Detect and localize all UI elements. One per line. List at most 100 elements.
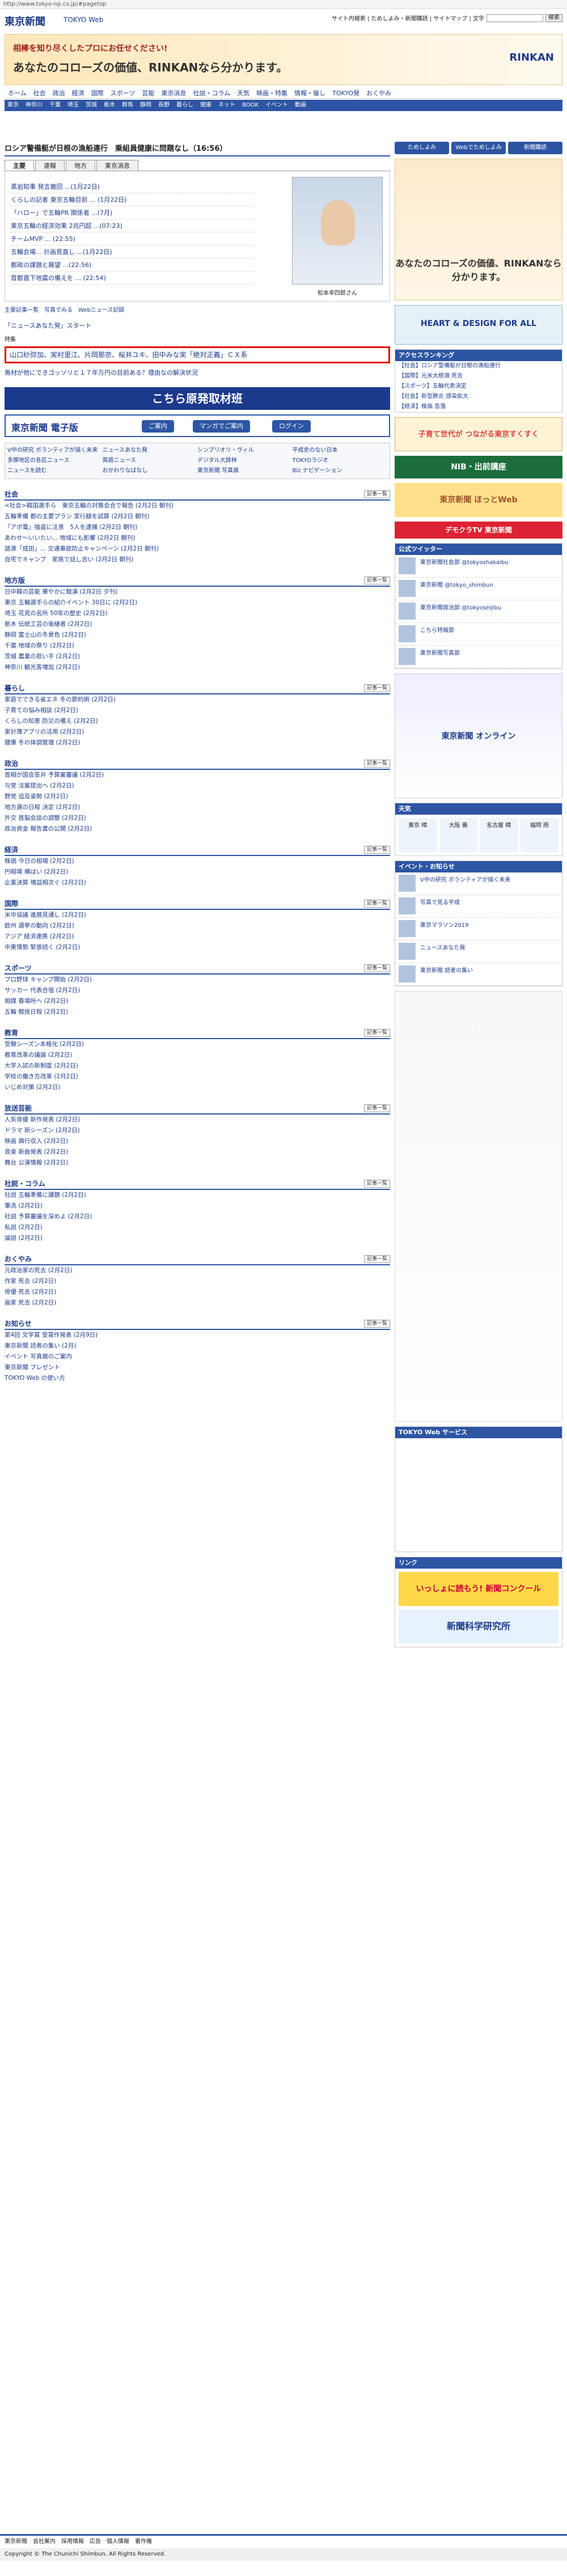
section-item[interactable]: 受験シーズン本格化 (2月2日) <box>5 1039 390 1050</box>
ranking-item[interactable]: 【国際】元米大統領 死去 <box>395 371 562 382</box>
section-item[interactable]: 企業決算 増益相次ぐ (2月2日) <box>5 878 390 888</box>
search-input[interactable] <box>486 14 543 22</box>
top-news-item[interactable]: 五輪会場... 計画見直し ...(1月22日) <box>11 245 255 259</box>
region-nav-item[interactable]: 長野 <box>155 100 172 111</box>
quick-link[interactable]: ニュースを読む <box>7 466 103 476</box>
ranking-item[interactable]: 【経済】株価 急落 <box>395 402 562 412</box>
quick-link[interactable]: ニュースあなた発 <box>103 446 198 456</box>
section-item[interactable]: 静岡 富士山の冬景色 (2月2日) <box>5 630 390 641</box>
manga-guide-button[interactable]: マンガでご案内 <box>193 420 250 433</box>
nav-item[interactable]: TOKYO発 <box>329 88 363 98</box>
news-tab[interactable]: 速報 <box>35 160 65 171</box>
section-item[interactable]: 神奈川 観光客増加 (2月2日) <box>5 662 390 673</box>
section-item[interactable]: 五輪 競技日程 (2月2日) <box>5 1007 390 1018</box>
top-news-item[interactable]: 「ハロー」で五輪PR 関係者 ...(7月) <box>11 206 255 219</box>
section-item[interactable]: 千葉 地域の祭り (2月2日) <box>5 641 390 651</box>
section-more-button[interactable]: 記事一覧 <box>363 760 390 768</box>
section-item[interactable]: 中東情勢 緊張続く (2月2日) <box>5 942 390 953</box>
section-item[interactable]: 欧州 選挙の動向 (2月2日) <box>5 921 390 931</box>
footer-link[interactable]: 採用情報 <box>61 2536 84 2548</box>
science-ad[interactable]: 新聞科学研究所 <box>399 1609 558 1643</box>
section-item[interactable]: 政治資金 報告書の公開 (2月2日) <box>5 824 390 834</box>
section-title[interactable]: おくやみ 記事一覧 <box>5 1253 390 1265</box>
quick-link[interactable]: TOKYOラジオ <box>293 456 388 466</box>
section-title[interactable]: 地方版 記事一覧 <box>5 574 390 587</box>
section-item[interactable]: 首相が国会答弁 予算案審議 (2月2日) <box>5 770 390 781</box>
section-more-button[interactable]: 記事一覧 <box>363 964 390 972</box>
ranking-item[interactable]: 【社会】新型肺炎 感染拡大 <box>395 392 562 402</box>
event-item[interactable]: 東京新聞 読者の集い <box>395 963 562 986</box>
section-item[interactable]: 東京新聞 読者の集い (2月) <box>5 1341 390 1351</box>
section-item[interactable]: 私説 (2月2日) <box>5 1222 390 1233</box>
top-news-item[interactable]: 黒岩知事 発言撤回 ...(1月22日) <box>11 180 255 193</box>
news-tab[interactable]: 地方 <box>66 160 95 171</box>
nav-item[interactable]: スポーツ <box>107 88 139 98</box>
top-banner-ad[interactable]: 相棒を知り尽くしたプロにお任せください! あなたのコローズの価値、RINKANな… <box>5 34 562 85</box>
footer-link[interactable]: 広告 <box>90 2536 101 2548</box>
quick-link[interactable]: V中の研究 ボランティアが描く未来 <box>7 446 103 456</box>
ranking-item[interactable]: 【スポーツ】五輪代表決定 <box>395 382 562 392</box>
genpatsu-ad[interactable]: こちら原発取材班 <box>5 387 390 410</box>
section-title[interactable]: 放送芸能 記事一覧 <box>5 1102 390 1115</box>
section-title[interactable]: 教育 記事一覧 <box>5 1027 390 1039</box>
side-button[interactable]: Webでためしよみ <box>451 142 506 154</box>
section-item[interactable]: 日中韓の芸能 華やかに競演 (2月2日 夕刊) <box>5 587 390 598</box>
top-news-item[interactable]: チームMVP ... (22:55) <box>11 232 255 245</box>
top-photo[interactable] <box>292 177 383 285</box>
section-item[interactable]: くらしの知恵 防災の備え (2月2日) <box>5 716 390 727</box>
section-item[interactable]: ドラマ 新シーズン (2月2日) <box>5 1125 390 1136</box>
nav-item[interactable]: 政治 <box>49 88 69 98</box>
search-button[interactable]: 検索 <box>545 14 562 22</box>
section-item[interactable]: 社説 五輪準備に課題 (2月2日) <box>5 1190 390 1201</box>
section-more-button[interactable]: 記事一覧 <box>363 846 390 854</box>
twitter-item[interactable]: こちら特報部 <box>395 623 562 646</box>
nav-item[interactable]: 天気 <box>234 88 253 98</box>
quick-link[interactable]: 英語ニュース <box>103 456 198 466</box>
section-item[interactable]: 茨城 農業の担い手 (2月2日) <box>5 651 390 662</box>
twitter-item[interactable]: 東京新聞 @tokyo_shimbun <box>395 578 562 600</box>
section-more-button[interactable]: 記事一覧 <box>363 577 390 584</box>
section-item[interactable]: アジア 経済連携 (2月2日) <box>5 931 390 942</box>
section-item[interactable]: 円相場 横ばい (2月2日) <box>5 867 390 878</box>
section-item[interactable]: 東京 五輪選手らの紹介イベント 30日に (2月2日) <box>5 598 390 608</box>
side-button[interactable]: ためしよみ <box>395 142 449 154</box>
quick-link[interactable]: 多摩地区の各区ニュース <box>7 456 103 466</box>
region-nav-item[interactable]: 茨城 <box>83 100 100 111</box>
region-nav-item[interactable]: 暮らし <box>174 100 196 111</box>
section-title[interactable]: 社会 記事一覧 <box>5 488 390 501</box>
section-item[interactable]: 株価 今日の相場 (2月2日) <box>5 856 390 867</box>
nav-item[interactable]: 情報・催し <box>291 88 329 98</box>
top-news-item[interactable]: 首都直下地震の備えを ... (22:54) <box>11 272 255 285</box>
section-item[interactable]: 元政治家の死去 (2月2日) <box>5 1265 390 1276</box>
section-item[interactable]: 社説 予算審議を深めよ (2月2日) <box>5 1211 390 1222</box>
section-item[interactable]: 外交 首脳会談の調整 (2月2日) <box>5 813 390 824</box>
section-item[interactable]: 舞台 公演情報 (2月2日) <box>5 1158 390 1168</box>
section-item[interactable]: 自宅でキャンプ 家族で話し合い (2月2日 朝刊) <box>5 554 390 565</box>
region-nav-item[interactable]: 動画 <box>292 100 309 111</box>
region-nav-item[interactable]: 埼玉 <box>65 100 82 111</box>
nav-item[interactable]: 映画・特集 <box>253 88 291 98</box>
section-item[interactable]: プロ野球 キャンプ開始 (2月2日) <box>5 975 390 985</box>
section-item[interactable]: 与党 法案提出へ (2月2日) <box>5 781 390 791</box>
section-item[interactable]: 音楽 新曲発表 (2月2日) <box>5 1147 390 1158</box>
site-logo[interactable]: 東京新聞 <box>5 14 45 28</box>
top-news-item[interactable]: くらしの記者 東京五輪目前 ... (1月22日) <box>11 193 255 206</box>
region-nav-item[interactable]: BOOK <box>239 100 261 111</box>
section-item[interactable]: いじめ対策 (2月2日) <box>5 1082 390 1093</box>
democra-tv-ad[interactable]: デモクラTV 東京新聞 <box>395 522 562 539</box>
section-item[interactable]: 大学入試の新制度 (2月2日) <box>5 1061 390 1071</box>
side-rinkan-ad[interactable]: あなたのコローズの価値、RINKANなら分かります。 <box>395 159 562 300</box>
section-item[interactable]: 筆洗 (2月2日) <box>5 1201 390 1211</box>
region-nav-item[interactable]: イベント <box>263 100 291 111</box>
section-title[interactable]: 経済 記事一覧 <box>5 844 390 856</box>
sub-list-item[interactable]: 「ニュースあなた発」スタート <box>5 320 390 332</box>
event-item[interactable]: 東京マラソン2019 <box>395 918 562 940</box>
quick-link[interactable]: 平成史のない日本 <box>293 446 388 456</box>
section-item[interactable]: 家庭でできる省エネ 冬の節約術 (2月2日) <box>5 694 390 705</box>
region-nav-item[interactable]: 神奈川 <box>23 100 45 111</box>
section-item[interactable]: 論説 (2月2日) <box>5 1233 390 1244</box>
quick-link[interactable]: 東京新聞 写真展 <box>197 466 293 476</box>
section-item[interactable]: 俳優 死去 (2月2日) <box>5 1287 390 1298</box>
utility-links[interactable]: サイト内検索 | ためしよみ・新聞購読 | サイトマップ | 文字 <box>332 14 484 22</box>
section-item[interactable]: サッカー 代表合宿 (2月2日) <box>5 985 390 996</box>
